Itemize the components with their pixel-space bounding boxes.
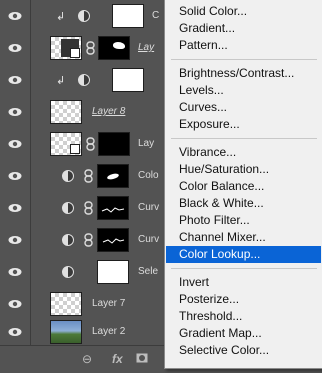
layer-name[interactable]: Lay bbox=[138, 138, 154, 149]
menu-separator bbox=[171, 59, 317, 60]
menu-item-vibrance[interactable]: Vibrance... bbox=[166, 144, 321, 161]
link-layers-icon[interactable]: ⊖ bbox=[82, 352, 92, 366]
layer-mask-thumbnail[interactable] bbox=[97, 228, 129, 252]
chain-link-icon[interactable] bbox=[86, 41, 95, 55]
menu-item-color-lookup[interactable]: Color Lookup... bbox=[166, 246, 321, 263]
fx-button[interactable]: fx bbox=[112, 352, 123, 366]
add-mask-icon[interactable] bbox=[136, 352, 148, 366]
menu-item-posterize[interactable]: Posterize... bbox=[166, 291, 321, 308]
menu-item-curves[interactable]: Curves... bbox=[166, 99, 321, 116]
visibility-eye-icon[interactable] bbox=[0, 128, 31, 160]
chain-link-icon[interactable] bbox=[84, 169, 93, 183]
layer-name[interactable]: Layer 2 bbox=[92, 326, 125, 337]
adjustment-layer-icon bbox=[78, 74, 90, 86]
chain-link-icon[interactable] bbox=[84, 201, 93, 215]
menu-item-selective-color[interactable]: Selective Color... bbox=[166, 342, 321, 359]
layer-mask-thumbnail[interactable] bbox=[97, 260, 129, 284]
adjustment-layer-menu: Solid Color... Gradient... Pattern... Br… bbox=[164, 0, 322, 369]
layer-thumbnail[interactable] bbox=[50, 100, 82, 124]
menu-item-invert[interactable]: Invert bbox=[166, 274, 321, 291]
adjustment-layer-icon bbox=[62, 202, 74, 214]
visibility-eye-icon[interactable] bbox=[0, 64, 31, 96]
menu-item-channel-mixer[interactable]: Channel Mixer... bbox=[166, 229, 321, 246]
layer-name[interactable]: Sele bbox=[138, 266, 158, 277]
layer-thumbnail[interactable] bbox=[50, 292, 82, 316]
adjustment-layer-icon bbox=[62, 234, 74, 246]
smart-object-thumbnail[interactable] bbox=[50, 132, 82, 156]
layer-name[interactable]: Layer 8 bbox=[92, 106, 125, 117]
photo-thumbnail[interactable] bbox=[50, 320, 82, 344]
layer-name[interactable]: C bbox=[152, 10, 159, 21]
menu-item-color-balance[interactable]: Color Balance... bbox=[166, 178, 321, 195]
visibility-eye-icon[interactable] bbox=[0, 32, 31, 64]
menu-item-brightness-contrast[interactable]: Brightness/Contrast... bbox=[166, 65, 321, 82]
layer-name[interactable]: Curv bbox=[138, 234, 159, 245]
clipping-arrow-icon: ↲ bbox=[56, 11, 66, 23]
menu-item-levels[interactable]: Levels... bbox=[166, 82, 321, 99]
menu-item-gradient[interactable]: Gradient... bbox=[166, 20, 321, 37]
menu-item-exposure[interactable]: Exposure... bbox=[166, 116, 321, 133]
visibility-eye-icon[interactable] bbox=[0, 160, 31, 192]
layer-name[interactable]: Colo bbox=[138, 170, 159, 181]
menu-item-photo-filter[interactable]: Photo Filter... bbox=[166, 212, 321, 229]
layer-mask-thumbnail[interactable] bbox=[98, 36, 130, 60]
layer-name[interactable]: Lay bbox=[138, 42, 154, 53]
menu-separator bbox=[171, 268, 317, 269]
adjustment-layer-icon bbox=[62, 266, 74, 278]
adjustment-layer-icon bbox=[78, 10, 90, 22]
layer-mask-thumbnail[interactable] bbox=[112, 68, 144, 92]
adjustment-layer-icon bbox=[62, 170, 74, 182]
chain-link-icon[interactable] bbox=[86, 137, 95, 151]
layer-name[interactable]: Curv bbox=[138, 202, 159, 213]
layer-mask-thumbnail[interactable] bbox=[97, 164, 129, 188]
menu-item-solid-color[interactable]: Solid Color... bbox=[166, 3, 321, 20]
menu-item-threshold[interactable]: Threshold... bbox=[166, 308, 321, 325]
visibility-eye-icon[interactable] bbox=[0, 224, 31, 256]
layer-name[interactable]: Layer 7 bbox=[92, 298, 125, 309]
menu-separator bbox=[171, 138, 317, 139]
layer-mask-thumbnail[interactable] bbox=[97, 196, 129, 220]
menu-item-black-white[interactable]: Black & White... bbox=[166, 195, 321, 212]
visibility-eye-icon[interactable] bbox=[0, 256, 31, 288]
menu-item-hue-saturation[interactable]: Hue/Saturation... bbox=[166, 161, 321, 178]
menu-item-gradient-map[interactable]: Gradient Map... bbox=[166, 325, 321, 342]
layer-mask-thumbnail[interactable] bbox=[98, 132, 130, 156]
visibility-eye-icon[interactable] bbox=[0, 316, 31, 348]
chain-link-icon[interactable] bbox=[84, 233, 93, 247]
clipping-arrow-icon: ↲ bbox=[56, 75, 66, 87]
visibility-eye-icon[interactable] bbox=[0, 0, 31, 32]
smart-object-thumbnail[interactable] bbox=[50, 36, 82, 60]
menu-item-pattern[interactable]: Pattern... bbox=[166, 37, 321, 54]
visibility-eye-icon[interactable] bbox=[0, 96, 31, 128]
layer-mask-thumbnail[interactable] bbox=[112, 4, 144, 28]
visibility-eye-icon[interactable] bbox=[0, 192, 31, 224]
